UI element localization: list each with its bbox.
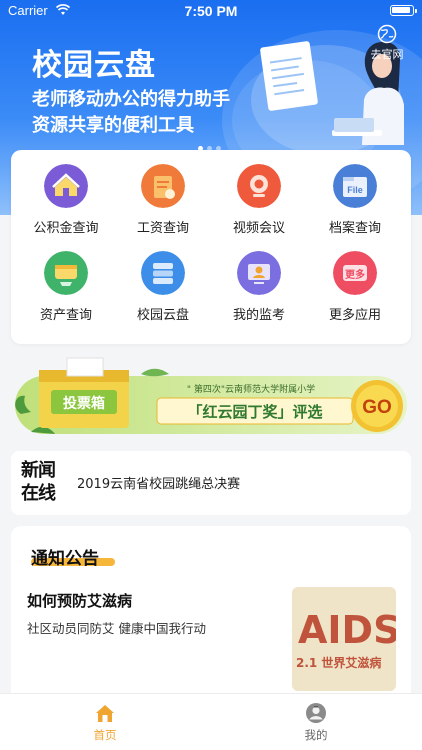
tab-home[interactable]: 首页 (65, 702, 145, 743)
app-label: 公积金查询 (33, 221, 99, 236)
vote-box-label: 投票箱 (63, 395, 105, 412)
news-logo-line1: 新闻 (21, 460, 56, 481)
vote-go-button[interactable]: GO (362, 397, 392, 418)
battery-icon (390, 5, 417, 16)
app-label: 校园云盘 (136, 308, 189, 323)
app-invigilation[interactable]: 我的监考 (214, 251, 304, 323)
official-site-label: 去官网 (370, 49, 404, 61)
app-salary[interactable]: 工资查询 (118, 164, 208, 236)
vote-award-title: 「红云园丁奖」评选 (187, 403, 322, 421)
hero-tagline-1: 老师移动办公的得力助手 (32, 89, 230, 110)
tab-label: 我的 (304, 728, 328, 742)
hero-title: 校园云盘 (32, 48, 156, 83)
video-meeting-icon (237, 164, 281, 208)
vote-subtitle: " 第四次"云南师范大学附属小学 (187, 383, 315, 395)
app-label: 我的监考 (232, 308, 285, 323)
bottom-tab-bar: 首页 我的 (0, 693, 422, 750)
app-video-meeting[interactable]: 视频会议 (214, 164, 304, 236)
vote-banner[interactable]: 投票箱 " 第四次"云南师范大学附属小学 「红云园丁奖」评选 GO (11, 354, 411, 440)
invigilate-icon (237, 251, 281, 295)
app-label: 资产查询 (39, 308, 92, 323)
app-more[interactable]: 更多 更多应用 (310, 251, 400, 323)
notice-item-subtitle: 社区动员同防艾 健康中国我行动 (27, 621, 206, 636)
app-assets[interactable]: 资产查询 (21, 251, 111, 323)
notice-thumb-text: AIDS (298, 608, 396, 652)
status-time: 7:50 PM (184, 3, 238, 19)
notice-item-title[interactable]: 如何预防艾滋病 (27, 590, 132, 611)
notice-heading: 通知公告 (31, 549, 99, 569)
official-site-button[interactable]: 去官网 (362, 24, 412, 62)
status-bar: Carrier 7:50 PM (0, 0, 422, 22)
news-ticker[interactable]: 新闻 在线 2019云南省校园跳绳总决赛 (11, 451, 411, 515)
svg-text:File: File (347, 185, 363, 195)
salary-icon (141, 164, 185, 208)
app-label: 工资查询 (136, 221, 189, 236)
hero-tagline-2: 资源共享的便利工具 (32, 115, 194, 136)
more-apps-icon: 更多 (333, 251, 377, 295)
asset-icon (44, 251, 88, 295)
notice-thumbnail[interactable]: AIDS 2.1 世界艾滋病 (292, 587, 396, 691)
news-headline[interactable]: 2019云南省校园跳绳总决赛 (77, 473, 240, 492)
notice-section: 通知公告 如何预防艾滋病 社区动员同防艾 健康中国我行动 AIDS 2.1 世界… (11, 526, 411, 706)
app-archive[interactable]: File 档案查询 (310, 164, 400, 236)
app-label: 视频会议 (232, 221, 285, 236)
file-icon: File (333, 164, 377, 208)
app-label: 更多应用 (328, 308, 381, 323)
news-logo: 新闻 在线 (21, 459, 63, 507)
notice-thumb-caption: 2.1 世界艾滋病 (296, 655, 381, 670)
profile-icon (306, 703, 326, 723)
news-logo-line2: 在线 (21, 483, 56, 504)
tab-label: 首页 (93, 728, 117, 742)
app-housing-fund[interactable]: 公积金查询 (21, 164, 111, 236)
app-cloud-disk[interactable]: 校园云盘 (118, 251, 208, 323)
house-icon (44, 164, 88, 208)
svg-text:更多: 更多 (345, 268, 365, 281)
cloud-disk-icon (141, 251, 185, 295)
globe-icon (377, 24, 397, 44)
tab-mine[interactable]: 我的 (276, 702, 356, 743)
app-label: 档案查询 (328, 221, 381, 236)
home-icon (96, 705, 114, 722)
apps-grid: 公积金查询 工资查询 视频会议 File 档案查询 资产查询 校园云盘 我的监考… (11, 150, 411, 344)
